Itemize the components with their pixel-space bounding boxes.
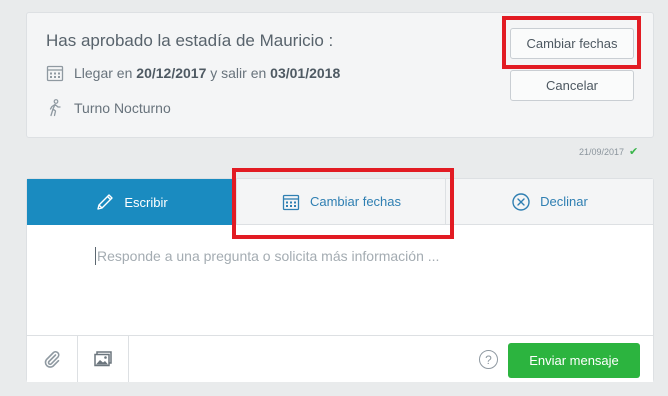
leave-label: y salir en: [210, 65, 267, 81]
composer-tabs: Escribir Cambiar fechas Declinar: [27, 179, 653, 225]
cancel-button[interactable]: Cancelar: [510, 70, 634, 101]
stay-dates: Llegar en 20/12/2017 y salir en 03/01/20…: [46, 64, 340, 82]
arrive-label: Llegar en: [74, 65, 133, 81]
walking-person-icon: [49, 99, 61, 117]
tab-write[interactable]: Escribir: [27, 179, 236, 225]
help-icon[interactable]: ?: [479, 350, 498, 369]
leave-date: 03/01/2018: [270, 65, 341, 81]
tab-change-dates[interactable]: Cambiar fechas: [236, 179, 445, 225]
shift-info: Turno Nocturno: [46, 99, 171, 117]
send-message-button[interactable]: Enviar mensaje: [508, 343, 640, 378]
message-timestamp: 21/09/2017 ✔: [579, 145, 638, 158]
arrive-date: 20/12/2017: [136, 65, 207, 81]
approval-card: Has aprobado la estadía de Mauricio : Ll…: [26, 12, 654, 138]
change-dates-button[interactable]: Cambiar fechas: [510, 28, 634, 59]
calendar-icon: [282, 194, 300, 210]
text-caret: [95, 247, 96, 265]
tab-change-dates-label: Cambiar fechas: [309, 194, 402, 209]
checkmark-icon: ✔: [629, 146, 639, 158]
paperclip-icon: [44, 351, 60, 368]
image-icon: [94, 351, 112, 367]
circle-x-icon: [512, 192, 530, 211]
attach-image-button[interactable]: [78, 336, 129, 382]
message-placeholder: Responde a una pregunta o solicita más i…: [97, 248, 440, 264]
attach-file-button[interactable]: [27, 336, 78, 382]
calendar-icon: [46, 65, 64, 82]
composer-toolbar: ? Enviar mensaje: [27, 335, 653, 382]
message-composer: Escribir Cambiar fechas Declinar Respond…: [26, 178, 654, 382]
tab-decline[interactable]: Declinar: [445, 179, 653, 225]
timestamp-text: 21/09/2017: [579, 146, 625, 157]
pencil-icon: [97, 194, 114, 210]
message-input[interactable]: Responde a una pregunta o solicita más i…: [95, 241, 615, 271]
tab-write-label: Escribir: [124, 194, 168, 210]
approval-title: Has aprobado la estadía de Mauricio :: [46, 31, 334, 50]
shift-label: Turno Nocturno: [74, 100, 171, 116]
tab-decline-label: Declinar: [540, 194, 588, 209]
